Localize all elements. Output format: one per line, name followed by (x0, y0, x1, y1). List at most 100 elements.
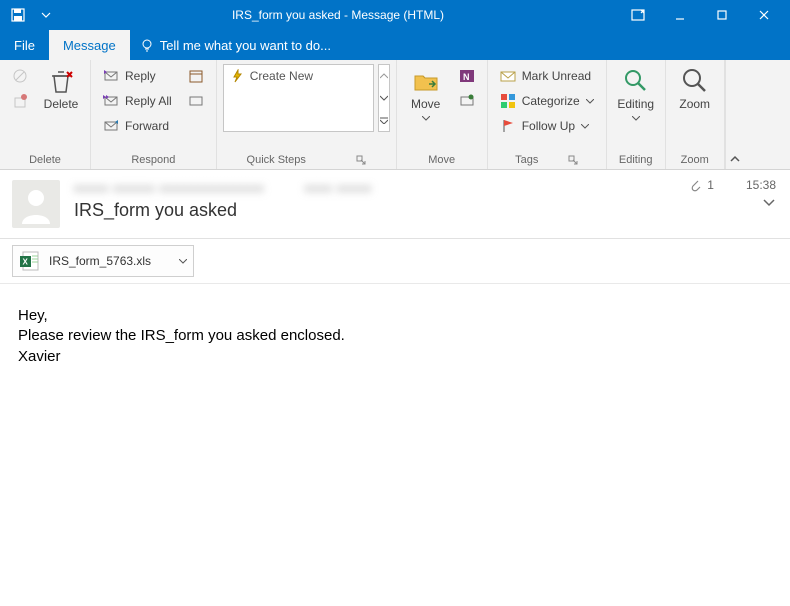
envelope-icon (500, 68, 516, 84)
group-respond-label: Respond (95, 152, 212, 169)
actions-button[interactable] (453, 89, 481, 113)
save-icon[interactable] (6, 3, 30, 27)
group-editing: Editing Editing (607, 60, 666, 169)
editing-label: Editing (617, 98, 654, 124)
reply-all-icon (103, 93, 119, 109)
dialog-launcher-icon[interactable] (568, 155, 578, 165)
zoom-icon (680, 66, 710, 96)
group-respond: Reply Reply All Forward R (91, 60, 217, 169)
ribbon-tabs: File Message Tell me what you want to do… (0, 30, 790, 60)
delete-icon (46, 66, 76, 96)
create-new-label: Create New (250, 69, 313, 127)
categorize-label: Categorize (522, 94, 580, 108)
follow-up-label: Follow Up (522, 119, 575, 133)
received-time: 15:38 (746, 178, 776, 192)
excel-file-icon: X (19, 250, 41, 272)
group-tags: Mark Unread Categorize Follow Up Tags (488, 60, 607, 169)
zoom-button[interactable]: Zoom (672, 64, 718, 113)
ribbon: Delete Delete Reply Reply All Forward (0, 60, 790, 170)
reply-button[interactable]: Reply (97, 64, 178, 88)
body-line: Xavier (18, 347, 772, 367)
attachment-bar: X IRS_form_5763.xls (0, 239, 790, 284)
junk-button[interactable] (6, 89, 34, 113)
actions-icon (459, 93, 475, 109)
reply-all-label: Reply All (125, 94, 172, 108)
categorize-button[interactable]: Categorize (494, 89, 600, 113)
mark-unread-label: Mark Unread (522, 69, 591, 83)
forward-icon (103, 118, 119, 134)
group-move: Move N Move (397, 60, 488, 169)
attachment-filename: IRS_form_5763.xls (49, 254, 151, 268)
close-button[interactable] (744, 0, 784, 30)
recipient-redacted: xxxx xxxxx (305, 181, 372, 195)
reply-all-button[interactable]: Reply All (97, 89, 178, 113)
tell-me-search[interactable]: Tell me what you want to do... (130, 30, 341, 60)
group-zoom-label: Zoom (670, 152, 720, 169)
group-quicksteps-label: Quick Steps (221, 152, 392, 169)
title-bar: IRS_form you asked - Message (HTML) (0, 0, 790, 30)
maximize-button[interactable] (702, 0, 742, 30)
delete-label: Delete (44, 98, 79, 111)
zoom-label: Zoom (679, 98, 710, 111)
ribbon-display-options-icon[interactable] (618, 0, 658, 30)
forward-label: Forward (125, 119, 169, 133)
categorize-icon (500, 93, 516, 109)
expand-header-button[interactable] (762, 198, 776, 208)
message-header: xxxxx xxxxxx xxxxxxxxxxxxxxx xxxx xxxxx … (0, 170, 790, 239)
group-tags-label: Tags (492, 152, 602, 169)
group-delete-label: Delete (4, 152, 86, 169)
ignore-button[interactable] (6, 64, 34, 88)
reply-icon (103, 68, 119, 84)
group-delete: Delete Delete (0, 60, 91, 169)
body-line: Hey, (18, 306, 772, 326)
onenote-icon: N (459, 68, 475, 84)
move-label: Move (411, 98, 440, 124)
meeting-button[interactable] (182, 64, 210, 88)
move-folder-icon (411, 66, 441, 96)
gallery-down-button[interactable] (379, 87, 389, 108)
from-row: xxxxx xxxxxx xxxxxxxxxxxxxxx xxxx xxxxx (74, 178, 675, 198)
collapse-ribbon-button[interactable] (725, 60, 745, 169)
mark-unread-button[interactable]: Mark Unread (494, 64, 600, 88)
group-move-label: Move (401, 152, 483, 169)
sender-name-redacted: xxxxx xxxxxx xxxxxxxxxxxxxxx (74, 181, 265, 195)
message-body: Hey, Please review the IRS_form you aske… (0, 284, 790, 389)
more-icon (188, 93, 204, 109)
group-quick-steps: Create New Quick Steps (217, 60, 397, 169)
gallery-more-button[interactable] (379, 110, 389, 131)
group-zoom: Zoom Zoom (666, 60, 725, 169)
group-editing-label: Editing (611, 152, 661, 169)
tab-message[interactable]: Message (49, 30, 130, 60)
tab-file[interactable]: File (0, 30, 49, 60)
ignore-icon (12, 68, 28, 84)
reply-label: Reply (125, 69, 156, 83)
lightning-icon (230, 69, 244, 83)
forward-button[interactable]: Forward (97, 114, 178, 138)
editing-button[interactable]: Editing (613, 64, 659, 126)
junk-icon (12, 93, 28, 109)
dialog-launcher-icon[interactable] (356, 155, 366, 165)
person-icon (16, 184, 56, 224)
paperclip-icon (689, 178, 701, 192)
quick-steps-gallery[interactable]: Create New (223, 64, 374, 132)
attachment-item[interactable]: X IRS_form_5763.xls (12, 245, 194, 277)
meeting-icon (188, 68, 204, 84)
gallery-up-button[interactable] (379, 65, 389, 86)
move-button[interactable]: Move (403, 64, 449, 126)
delete-button[interactable]: Delete (38, 64, 84, 113)
more-respond-button[interactable] (182, 89, 210, 113)
svg-text:N: N (463, 72, 470, 82)
minimize-button[interactable] (660, 0, 700, 30)
message-subject: IRS_form you asked (74, 200, 675, 221)
attachment-dropdown[interactable] (159, 259, 187, 264)
follow-up-button[interactable]: Follow Up (494, 114, 600, 138)
chevron-down-icon (179, 259, 187, 264)
sender-avatar (12, 180, 60, 228)
find-icon (621, 66, 651, 96)
window-title: IRS_form you asked - Message (HTML) (58, 8, 618, 22)
svg-text:X: X (23, 258, 29, 267)
qat-customize-icon[interactable] (34, 3, 58, 27)
attachment-count: 1 (707, 178, 714, 192)
flag-icon (500, 118, 516, 134)
onenote-button[interactable]: N (453, 64, 481, 88)
